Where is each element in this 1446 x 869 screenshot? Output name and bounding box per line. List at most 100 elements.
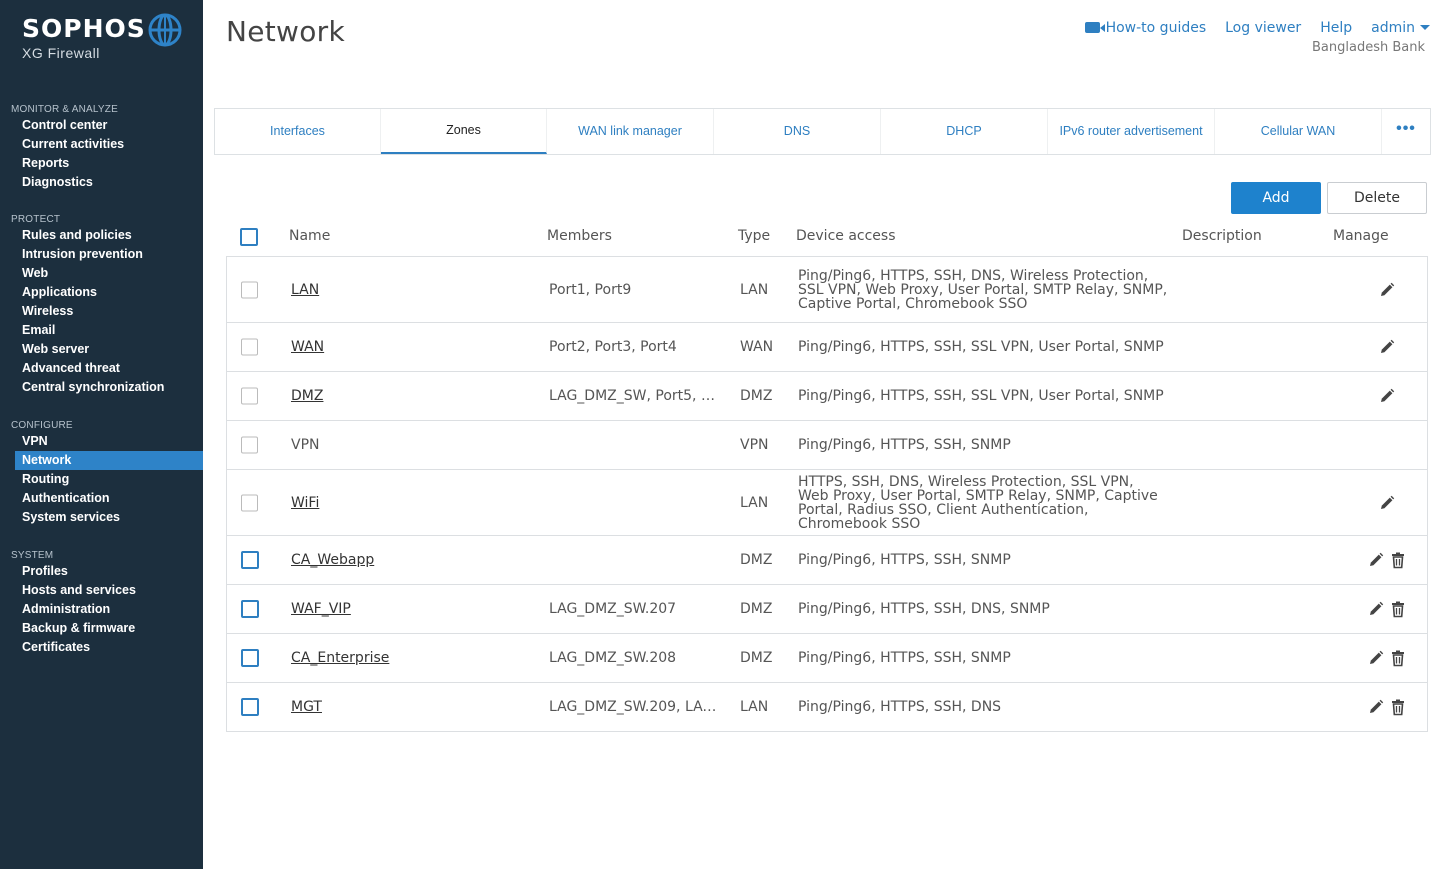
zone-name[interactable]: MGT: [291, 699, 322, 715]
manage-actions: [1347, 387, 1427, 405]
manage-actions: [1347, 649, 1427, 667]
pencil-icon[interactable]: [1367, 600, 1385, 618]
tab-bar: Interfaces Zones WAN link manager DNS DHCP IP…: [214, 108, 1431, 155]
how-to-guides-label: How-to guides: [1105, 20, 1207, 36]
how-to-guides-link[interactable]: How-to guides: [1084, 20, 1207, 36]
sidebar-item-network[interactable]: Network: [15, 451, 203, 470]
sidebar-item-web[interactable]: Web: [0, 264, 203, 283]
brand-name: SOPHOS: [22, 14, 146, 43]
sidebar-item-backup-firmware[interactable]: Backup & firmware: [0, 619, 203, 638]
help-link[interactable]: Help: [1320, 20, 1352, 36]
table-row[interactable]: VPN VPN Ping/Ping6, HTTPS, SSH, SNMP: [227, 421, 1427, 470]
row-checkbox[interactable]: [241, 338, 258, 356]
zone-name[interactable]: WAN: [291, 339, 324, 355]
pencil-icon[interactable]: [1378, 494, 1396, 512]
zone-name[interactable]: WAF_VIP: [291, 601, 351, 617]
trash-icon[interactable]: [1389, 698, 1407, 716]
top-links: How-to guides Log viewer Help admin: [1066, 20, 1430, 36]
sidebar-item-reports[interactable]: Reports: [0, 154, 203, 173]
delete-button[interactable]: Delete: [1327, 182, 1427, 214]
column-description[interactable]: Description: [1182, 228, 1262, 244]
trash-icon[interactable]: [1389, 551, 1407, 569]
column-members[interactable]: Members: [547, 228, 612, 244]
zone-device-access: Ping/Ping6, HTTPS, SSH, DNS, SNMP: [798, 601, 1050, 617]
pencil-icon[interactable]: [1367, 551, 1385, 569]
log-viewer-link[interactable]: Log viewer: [1225, 20, 1301, 36]
table-row[interactable]: CA_Webapp DMZ Ping/Ping6, HTTPS, SSH, SNMP: [227, 536, 1427, 585]
table-row[interactable]: WAN Port2, Port3, Port4 WAN Ping/Ping6, HTT…: [227, 323, 1427, 372]
zone-name[interactable]: CA_Enterprise: [291, 650, 389, 666]
sidebar: SOPHOS XG Firewall MONITOR & ANALYZE Cont…: [0, 0, 203, 869]
sidebar-item-wireless[interactable]: Wireless: [0, 302, 203, 321]
table-row[interactable]: WAF_VIP LAG_DMZ_SW.207 DMZ Ping/Ping6, HTTP…: [227, 585, 1427, 634]
row-checkbox[interactable]: [241, 436, 258, 454]
zone-device-access: Ping/Ping6, HTTPS, SSH, SNMP: [798, 552, 1011, 568]
trash-icon[interactable]: [1389, 649, 1407, 667]
sidebar-item-applications[interactable]: Applications: [0, 283, 203, 302]
row-checkbox[interactable]: [241, 698, 259, 716]
pencil-icon[interactable]: [1367, 649, 1385, 667]
sidebar-item-hosts-and-services[interactable]: Hosts and services: [0, 581, 203, 600]
column-name[interactable]: Name: [289, 228, 330, 244]
zone-name[interactable]: DMZ: [291, 388, 323, 404]
table-row[interactable]: WiFi LAN HTTPS, SSH, DNS, Wireless Protect…: [227, 470, 1427, 536]
trash-icon[interactable]: [1389, 600, 1407, 618]
table-row[interactable]: LAN Port1, Port9 LAN Ping/Ping6, HTTPS, SSH…: [227, 257, 1427, 323]
sidebar-item-system-services[interactable]: System services: [0, 508, 203, 527]
row-checkbox[interactable]: [241, 649, 259, 667]
zone-name: VPN: [291, 437, 320, 453]
video-camera-icon: [1084, 22, 1105, 33]
select-all-checkbox[interactable]: [240, 228, 258, 246]
sidebar-item-authentication[interactable]: Authentication: [0, 489, 203, 508]
sidebar-item-vpn[interactable]: VPN: [0, 432, 203, 451]
table-row[interactable]: DMZ LAG_DMZ_SW, Port5, Port6 DMZ Ping/Ping6…: [227, 372, 1427, 421]
zone-members: Port1, Port9: [549, 281, 632, 298]
sidebar-item-routing[interactable]: Routing: [0, 470, 203, 489]
zone-name[interactable]: LAN: [291, 282, 319, 298]
zone-members: Port2, Port3, Port4: [549, 339, 677, 355]
tab-zones[interactable]: Zones: [381, 109, 547, 154]
zone-type: DMZ: [740, 650, 773, 666]
sidebar-item-profiles[interactable]: Profiles: [0, 562, 203, 581]
sidebar-item-control-center[interactable]: Control center: [0, 116, 203, 135]
pencil-icon[interactable]: [1378, 338, 1396, 356]
nav-section: CONFIGURE VPN Network Routing Authentication…: [0, 419, 203, 527]
zone-name[interactable]: WiFi: [291, 495, 319, 511]
sidebar-item-rules-and-policies[interactable]: Rules and policies: [0, 226, 203, 245]
sidebar-item-central-synchronization[interactable]: Central synchronization: [0, 378, 203, 397]
tab-dhcp[interactable]: DHCP: [881, 109, 1048, 154]
row-checkbox[interactable]: [241, 551, 259, 569]
sidebar-item-current-activities[interactable]: Current activities: [0, 135, 203, 154]
pencil-icon[interactable]: [1378, 387, 1396, 405]
zone-name[interactable]: CA_Webapp: [291, 552, 374, 568]
zone-device-access: Ping/Ping6, HTTPS, SSH, SSL VPN, User Po…: [798, 339, 1164, 355]
zone-members: LAG_DMZ_SW.208: [549, 650, 677, 666]
tab-interfaces[interactable]: Interfaces: [215, 109, 381, 154]
sidebar-item-intrusion-prevention[interactable]: Intrusion prevention: [0, 245, 203, 264]
sidebar-item-web-server[interactable]: Web server: [0, 340, 203, 359]
tab-dns[interactable]: DNS: [714, 109, 881, 154]
tab-ipv6-router-advertisement[interactable]: IPv6 router advertisement: [1048, 109, 1215, 154]
tab-cellular-wan[interactable]: Cellular WAN: [1215, 109, 1382, 154]
pencil-icon[interactable]: [1367, 698, 1385, 716]
sidebar-item-administration[interactable]: Administration: [0, 600, 203, 619]
tab-wan-link-manager[interactable]: WAN link manager: [547, 109, 714, 154]
row-checkbox[interactable]: [241, 387, 258, 405]
column-type[interactable]: Type: [738, 228, 770, 244]
sidebar-item-advanced-threat[interactable]: Advanced threat: [0, 359, 203, 378]
row-checkbox[interactable]: [241, 494, 258, 511]
sidebar-item-email[interactable]: Email: [0, 321, 203, 340]
sidebar-item-certificates[interactable]: Certificates: [0, 638, 203, 657]
table-row[interactable]: MGT LAG_DMZ_SW.209, LAG_DMZ_SW.210 LAN Ping…: [227, 683, 1427, 731]
more-tabs-button[interactable]: •••: [1382, 109, 1430, 154]
pencil-icon[interactable]: [1378, 281, 1396, 299]
nav-section: PROTECT Rules and policies Intrusion preve…: [0, 213, 203, 397]
org-name: Bangladesh Bank: [1311, 40, 1425, 55]
admin-menu[interactable]: admin: [1371, 20, 1430, 36]
row-checkbox[interactable]: [241, 600, 259, 618]
table-row[interactable]: CA_Enterprise LAG_DMZ_SW.208 DMZ Ping/Ping6…: [227, 634, 1427, 683]
sidebar-item-diagnostics[interactable]: Diagnostics: [0, 173, 203, 192]
add-button[interactable]: Add: [1231, 182, 1321, 214]
column-device-access[interactable]: Device access: [796, 228, 896, 244]
row-checkbox[interactable]: [241, 281, 258, 298]
